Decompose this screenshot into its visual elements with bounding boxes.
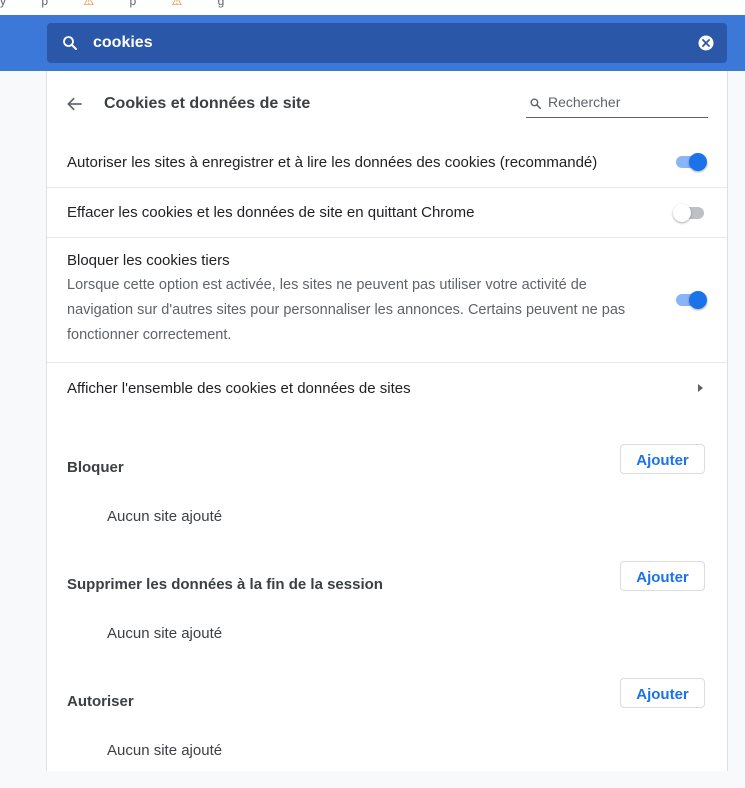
setting-label: Bloquer les cookies tiers: [67, 252, 230, 269]
setting-label: Effacer les cookies et les données de si…: [67, 204, 475, 221]
empty-list-text: Aucun site ajouté: [107, 742, 223, 759]
browser-top-strip: y p ⚠ p ⚠ g: [0, 0, 745, 15]
arrow-back-icon[interactable]: [65, 94, 85, 114]
section-title: Supprimer les données à la fin de la ses…: [67, 576, 383, 593]
top-fragment: y: [0, 0, 6, 8]
toggle-knob: [673, 203, 691, 222]
settings-search-bar[interactable]: cookies: [47, 23, 727, 63]
add-clear-on-exit-button[interactable]: Ajouter: [620, 561, 705, 591]
search-input[interactable]: cookies: [93, 34, 153, 52]
empty-list-text: Aucun site ajouté: [107, 625, 223, 642]
empty-list-text: Aucun site ajouté: [107, 508, 223, 525]
settings-card: Cookies et données de site Rechercher Au…: [46, 71, 728, 771]
clear-on-exit-toggle[interactable]: [673, 203, 707, 223]
close-circle-icon[interactable]: [697, 34, 715, 52]
warning-icon: ⚠: [171, 0, 183, 8]
page-title: Cookies et données de site: [104, 95, 311, 112]
top-fragment: p: [129, 0, 137, 8]
top-strip-fragments: y p ⚠ p ⚠ g: [0, 0, 256, 8]
add-block-button[interactable]: Ajouter: [620, 444, 705, 474]
warning-icon: ⚠: [83, 0, 95, 8]
section-title: Bloquer: [67, 459, 124, 476]
allow-cookies-toggle[interactable]: [673, 152, 707, 172]
subpage-header: Cookies et données de site Rechercher: [47, 71, 727, 137]
section-title: Autoriser: [67, 693, 134, 710]
setting-allow-cookies: Autoriser les sites à enregistrer et à l…: [47, 137, 727, 187]
toggle-knob: [689, 153, 707, 171]
setting-block-third-party: Bloquer les cookies tiers Lorsque cette …: [47, 237, 727, 362]
top-fragment: p: [41, 0, 49, 8]
setting-text: Bloquer les cookies tiers Lorsque cette …: [67, 238, 673, 348]
link-label: Afficher l'ensemble des cookies et donné…: [67, 379, 411, 397]
search-placeholder: Rechercher: [548, 94, 621, 110]
setting-description: Lorsque cette option est activée, les si…: [67, 277, 626, 343]
chevron-right-icon[interactable]: [698, 384, 703, 392]
setting-label: Autoriser les sites à enregistrer et à l…: [67, 153, 598, 171]
search-icon: [530, 98, 542, 110]
setting-clear-on-exit: Effacer les cookies et les données de si…: [47, 187, 727, 237]
subpage-search-field[interactable]: Rechercher: [526, 91, 708, 118]
add-allow-button[interactable]: Ajouter: [620, 678, 705, 708]
block-third-party-toggle[interactable]: [673, 290, 707, 310]
section-clear-on-exit: Supprimer les données à la fin de la ses…: [47, 554, 727, 671]
top-fragment: g: [217, 0, 225, 8]
see-all-cookies-link[interactable]: Afficher l'ensemble des cookies et donné…: [47, 362, 727, 413]
search-icon: [63, 36, 77, 50]
toggle-knob: [689, 291, 707, 309]
section-allow: Autoriser Ajouter Aucun site ajouté: [47, 671, 727, 788]
settings-header: cookies: [0, 15, 745, 71]
section-block: Bloquer Ajouter Aucun site ajouté: [47, 437, 727, 554]
